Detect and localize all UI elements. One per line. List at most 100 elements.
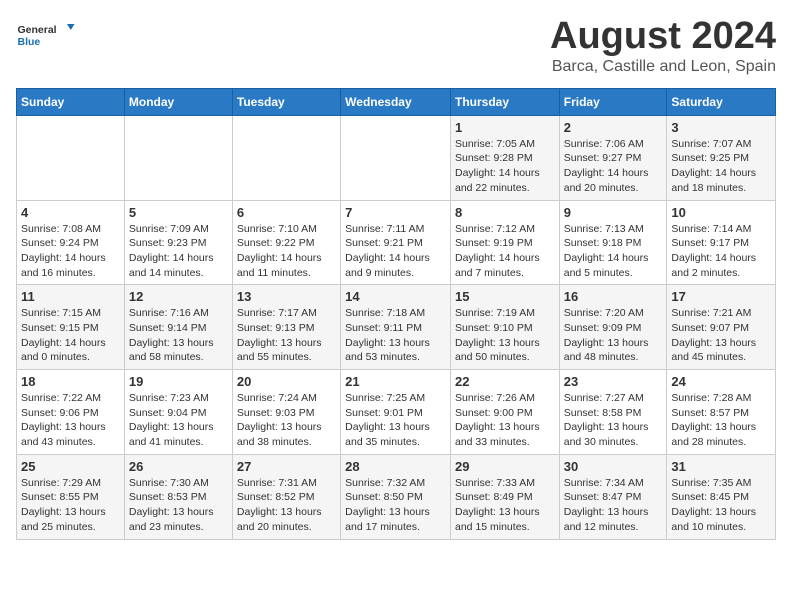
svg-text:Blue: Blue xyxy=(18,36,41,48)
day-number: 12 xyxy=(129,289,228,304)
day-detail: Sunrise: 7:29 AMSunset: 8:55 PMDaylight:… xyxy=(21,477,106,533)
calendar-cell: 28 Sunrise: 7:32 AMSunset: 8:50 PMDayligh… xyxy=(341,454,451,539)
calendar-cell: 10 Sunrise: 7:14 AMSunset: 9:17 PMDayligh… xyxy=(667,200,776,285)
day-detail: Sunrise: 7:05 AMSunset: 9:28 PMDaylight:… xyxy=(455,138,540,194)
day-number: 31 xyxy=(671,459,771,474)
col-saturday: Saturday xyxy=(667,88,776,115)
day-number: 3 xyxy=(671,120,771,135)
day-detail: Sunrise: 7:21 AMSunset: 9:07 PMDaylight:… xyxy=(671,307,756,363)
calendar-cell xyxy=(124,115,232,200)
week-row-2: 4 Sunrise: 7:08 AMSunset: 9:24 PMDaylight… xyxy=(17,200,776,285)
day-detail: Sunrise: 7:34 AMSunset: 8:47 PMDaylight:… xyxy=(564,477,649,533)
calendar-subtitle: Barca, Castille and Leon, Spain xyxy=(550,58,776,76)
day-number: 30 xyxy=(564,459,663,474)
day-detail: Sunrise: 7:31 AMSunset: 8:52 PMDaylight:… xyxy=(237,477,322,533)
day-detail: Sunrise: 7:23 AMSunset: 9:04 PMDaylight:… xyxy=(129,392,214,448)
week-row-4: 18 Sunrise: 7:22 AMSunset: 9:06 PMDayligh… xyxy=(17,370,776,455)
day-detail: Sunrise: 7:22 AMSunset: 9:06 PMDaylight:… xyxy=(21,392,106,448)
day-number: 26 xyxy=(129,459,228,474)
day-number: 21 xyxy=(345,374,446,389)
header: General Blue August 2024 Barca, Castille… xyxy=(16,16,776,76)
calendar-cell: 9 Sunrise: 7:13 AMSunset: 9:18 PMDaylight… xyxy=(559,200,667,285)
title-section: August 2024 Barca, Castille and Leon, Sp… xyxy=(550,16,776,76)
day-number: 22 xyxy=(455,374,555,389)
day-number: 18 xyxy=(21,374,120,389)
calendar-cell: 23 Sunrise: 7:27 AMSunset: 8:58 PMDayligh… xyxy=(559,370,667,455)
col-friday: Friday xyxy=(559,88,667,115)
day-number: 15 xyxy=(455,289,555,304)
calendar-cell xyxy=(17,115,125,200)
day-number: 25 xyxy=(21,459,120,474)
calendar-cell: 26 Sunrise: 7:30 AMSunset: 8:53 PMDayligh… xyxy=(124,454,232,539)
header-row: Sunday Monday Tuesday Wednesday Thursday… xyxy=(17,88,776,115)
day-detail: Sunrise: 7:16 AMSunset: 9:14 PMDaylight:… xyxy=(129,307,214,363)
calendar-cell: 19 Sunrise: 7:23 AMSunset: 9:04 PMDayligh… xyxy=(124,370,232,455)
calendar-cell: 31 Sunrise: 7:35 AMSunset: 8:45 PMDayligh… xyxy=(667,454,776,539)
calendar-cell: 5Sunrise: 7:09 AMSunset: 9:23 PMDaylight… xyxy=(124,200,232,285)
day-number: 19 xyxy=(129,374,228,389)
calendar-cell: 27 Sunrise: 7:31 AMSunset: 8:52 PMDayligh… xyxy=(232,454,340,539)
day-detail: Sunrise: 7:07 AMSunset: 9:25 PMDaylight:… xyxy=(671,138,756,194)
day-number: 14 xyxy=(345,289,446,304)
day-number: 16 xyxy=(564,289,663,304)
page-container: General Blue August 2024 Barca, Castille… xyxy=(16,16,776,540)
day-number: 27 xyxy=(237,459,336,474)
calendar-cell: 21 Sunrise: 7:25 AMSunset: 9:01 PMDayligh… xyxy=(341,370,451,455)
calendar-table: Sunday Monday Tuesday Wednesday Thursday… xyxy=(16,88,776,540)
logo: General Blue xyxy=(16,16,76,56)
day-detail: Sunrise: 7:32 AMSunset: 8:50 PMDaylight:… xyxy=(345,477,430,533)
day-number: 2 xyxy=(564,120,663,135)
day-detail: Sunrise: 7:14 AMSunset: 9:17 PMDaylight:… xyxy=(671,223,756,279)
day-detail: Sunrise: 7:33 AMSunset: 8:49 PMDaylight:… xyxy=(455,477,540,533)
day-detail: Sunrise: 7:11 AMSunset: 9:21 PMDaylight:… xyxy=(345,223,430,279)
day-detail: Sunrise: 7:35 AMSunset: 8:45 PMDaylight:… xyxy=(671,477,756,533)
calendar-cell: 15Sunrise: 7:19 AMSunset: 9:10 PMDayligh… xyxy=(450,285,559,370)
day-detail: Sunrise: 7:27 AMSunset: 8:58 PMDaylight:… xyxy=(564,392,649,448)
col-sunday: Sunday xyxy=(17,88,125,115)
day-detail: Sunrise: 7:30 AMSunset: 8:53 PMDaylight:… xyxy=(129,477,214,533)
day-detail: Sunrise: 7:08 AMSunset: 9:24 PMDaylight:… xyxy=(21,223,106,279)
day-number: 29 xyxy=(455,459,555,474)
day-detail: Sunrise: 7:17 AMSunset: 9:13 PMDaylight:… xyxy=(237,307,322,363)
day-detail: Sunrise: 7:13 AMSunset: 9:18 PMDaylight:… xyxy=(564,223,649,279)
day-number: 6 xyxy=(237,205,336,220)
calendar-cell: 8Sunrise: 7:12 AMSunset: 9:19 PMDaylight… xyxy=(450,200,559,285)
day-number: 28 xyxy=(345,459,446,474)
day-number: 24 xyxy=(671,374,771,389)
calendar-cell: 20Sunrise: 7:24 AMSunset: 9:03 PMDayligh… xyxy=(232,370,340,455)
svg-text:General: General xyxy=(18,24,57,36)
week-row-3: 11 Sunrise: 7:15 AMSunset: 9:15 PMDayligh… xyxy=(17,285,776,370)
day-number: 7 xyxy=(345,205,446,220)
week-row-5: 25 Sunrise: 7:29 AMSunset: 8:55 PMDayligh… xyxy=(17,454,776,539)
day-number: 9 xyxy=(564,205,663,220)
calendar-cell: 4 Sunrise: 7:08 AMSunset: 9:24 PMDaylight… xyxy=(17,200,125,285)
day-number: 10 xyxy=(671,205,771,220)
day-number: 13 xyxy=(237,289,336,304)
calendar-cell: 24 Sunrise: 7:28 AMSunset: 8:57 PMDayligh… xyxy=(667,370,776,455)
day-detail: Sunrise: 7:24 AMSunset: 9:03 PMDaylight:… xyxy=(237,392,322,448)
calendar-cell: 17Sunrise: 7:21 AMSunset: 9:07 PMDayligh… xyxy=(667,285,776,370)
day-detail: Sunrise: 7:10 AMSunset: 9:22 PMDaylight:… xyxy=(237,223,322,279)
day-number: 4 xyxy=(21,205,120,220)
calendar-cell: 3 Sunrise: 7:07 AMSunset: 9:25 PMDaylight… xyxy=(667,115,776,200)
day-number: 23 xyxy=(564,374,663,389)
day-detail: Sunrise: 7:25 AMSunset: 9:01 PMDaylight:… xyxy=(345,392,430,448)
calendar-cell: 25 Sunrise: 7:29 AMSunset: 8:55 PMDayligh… xyxy=(17,454,125,539)
calendar-cell: 6 Sunrise: 7:10 AMSunset: 9:22 PMDaylight… xyxy=(232,200,340,285)
day-detail: Sunrise: 7:28 AMSunset: 8:57 PMDaylight:… xyxy=(671,392,756,448)
day-detail: Sunrise: 7:18 AMSunset: 9:11 PMDaylight:… xyxy=(345,307,430,363)
calendar-cell: 22Sunrise: 7:26 AMSunset: 9:00 PMDayligh… xyxy=(450,370,559,455)
calendar-cell: 2Sunrise: 7:06 AMSunset: 9:27 PMDaylight… xyxy=(559,115,667,200)
calendar-cell: 16Sunrise: 7:20 AMSunset: 9:09 PMDayligh… xyxy=(559,285,667,370)
day-detail: Sunrise: 7:15 AMSunset: 9:15 PMDaylight:… xyxy=(21,307,106,363)
day-detail: Sunrise: 7:09 AMSunset: 9:23 PMDaylight:… xyxy=(129,223,214,279)
calendar-header: Sunday Monday Tuesday Wednesday Thursday… xyxy=(17,88,776,115)
calendar-body: 1 Sunrise: 7:05 AMSunset: 9:28 PMDaylight… xyxy=(17,115,776,539)
logo-svg: General Blue xyxy=(16,16,76,56)
calendar-cell: 13 Sunrise: 7:17 AMSunset: 9:13 PMDayligh… xyxy=(232,285,340,370)
col-monday: Monday xyxy=(124,88,232,115)
calendar-cell: 29 Sunrise: 7:33 AMSunset: 8:49 PMDayligh… xyxy=(450,454,559,539)
day-number: 1 xyxy=(455,120,555,135)
day-number: 11 xyxy=(21,289,120,304)
calendar-cell: 1 Sunrise: 7:05 AMSunset: 9:28 PMDaylight… xyxy=(450,115,559,200)
